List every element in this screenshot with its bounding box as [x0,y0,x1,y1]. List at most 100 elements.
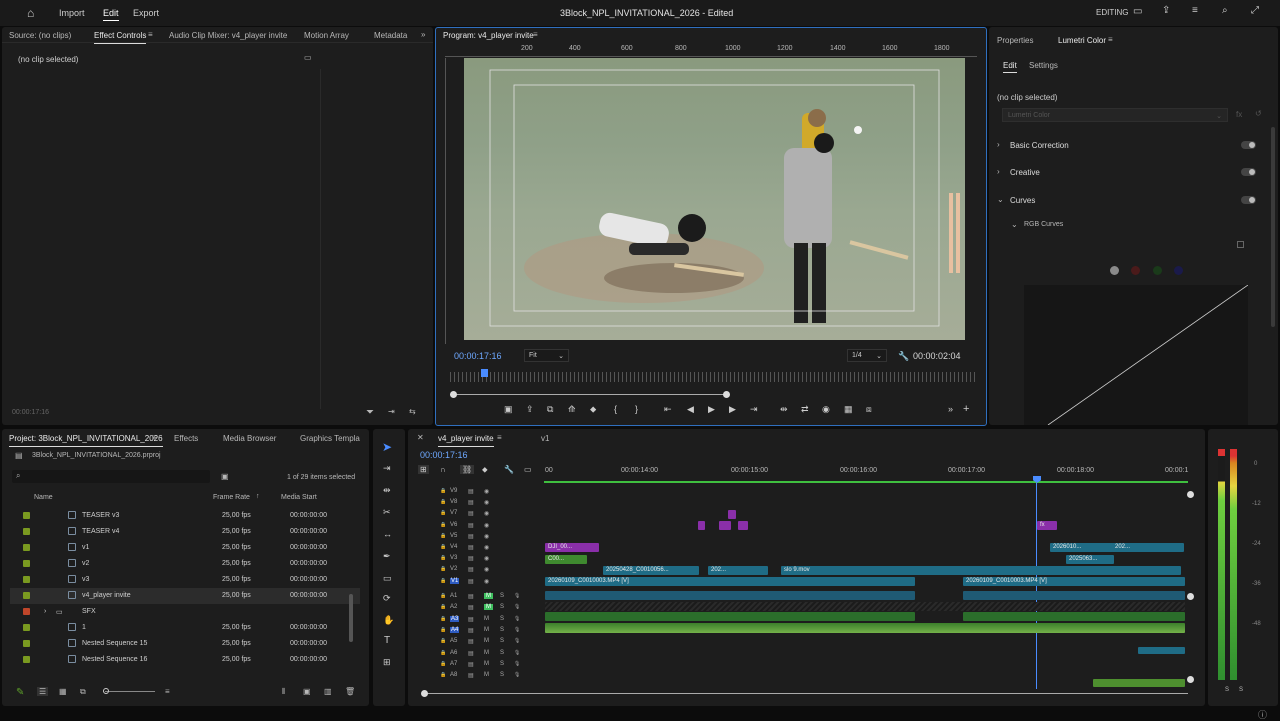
mute-icon[interactable]: M [484,627,489,633]
curve-graph[interactable] [1024,285,1248,425]
tab-edit[interactable]: Edit [1003,61,1017,73]
sync-lock-icon[interactable]: ▤ [468,533,474,540]
col-media-start[interactable]: Media Start [281,494,317,501]
pen-icon[interactable]: ✒ [383,551,391,562]
search-input[interactable]: ⌕ [12,470,210,483]
project-item[interactable]: v4_player invite 25,00 fps 00:00:00:00 [10,588,360,604]
label-color-swatch[interactable] [23,544,30,551]
tab-settings[interactable]: Settings [1029,61,1058,70]
sync-lock-icon[interactable]: ▤ [468,488,474,495]
purple-clip[interactable]: fx [1037,521,1057,530]
lock-icon[interactable]: 🔒 [440,627,446,633]
sort-asc-icon[interactable]: ↑ [256,493,260,500]
solo-icon[interactable]: S [500,672,504,678]
snap-icon[interactable]: ∩ [440,465,446,474]
eye-icon[interactable]: ◉ [484,522,489,529]
home-icon[interactable]: ⌂ [27,6,34,20]
chevron-right-icon[interactable]: › [997,167,1000,176]
label-color-swatch[interactable] [23,608,30,615]
lock-icon[interactable]: 🔒 [440,593,446,599]
sync-lock-icon[interactable]: ▤ [468,566,474,573]
label-color-swatch[interactable] [23,528,30,535]
section-creative[interactable]: Creative [1010,168,1040,177]
label-color-swatch[interactable] [23,592,30,599]
sync-lock-icon[interactable]: ▤ [468,555,474,562]
scrollbar-handle-right[interactable] [723,391,730,398]
label-color-swatch[interactable] [23,624,30,631]
track-header-v4[interactable]: 🔒 V4 ▤ ◉ [422,542,550,553]
track-select-icon[interactable]: ⇥ [383,463,391,474]
marker-icon[interactable]: ⬥ [590,404,596,415]
chevron-right-icon[interactable]: › [44,608,46,615]
project-item[interactable]: v2 25,00 fps 00:00:00:00 [10,556,360,572]
sync-lock-icon[interactable]: ▤ [468,544,474,551]
menu-icon[interactable]: ≡ [1192,5,1198,16]
solo-left-button[interactable]: S [1225,687,1229,693]
track-header-a2[interactable]: 🔒 A2 ▤ M S 🎙 [422,602,550,613]
mute-icon[interactable]: M [484,650,489,656]
clip-v4-2026010[interactable]: 2026010... [1050,543,1120,552]
export-frame-icon[interactable]: ⇪ [526,404,534,415]
lock-icon[interactable]: 🔒 [440,566,446,572]
green-channel-button[interactable] [1153,266,1162,275]
solo-icon[interactable]: S [500,638,504,644]
label-color-swatch[interactable] [23,656,30,663]
track-header-v1[interactable]: 🔒 V1 ▤ ◉ [422,576,550,587]
clip-v3-c00[interactable]: C00... [545,555,587,564]
sync-lock-icon[interactable]: ▤ [468,661,474,668]
track-header-v5[interactable]: 🔒 V5 ▤ ◉ [422,531,550,542]
col-frame-rate[interactable]: Frame Rate [213,494,250,501]
filter-icon[interactable]: ⏷ [366,407,374,418]
search-icon[interactable]: ⌕ [1222,5,1228,16]
reset-icon[interactable]: ↺ [1255,109,1262,118]
automate-icon[interactable]: ⫴ [282,687,285,697]
track-header-a3[interactable]: 🔒 A3 ▤ M S 🎙 [422,614,550,625]
workspace-label[interactable]: EDITING [1096,8,1128,17]
lock-icon[interactable]: 🔒 [440,555,446,561]
menu-edit[interactable]: Edit [103,8,119,21]
track-header-a4[interactable]: 🔒 A4 ▤ M S 🎙 [422,625,550,636]
audio-clip-a3[interactable] [963,612,1185,621]
track-header-v7[interactable]: 🔒 V7 ▤ ◉ [422,508,550,519]
vscroll-handle-bottom[interactable] [1187,676,1194,683]
mute-icon[interactable]: M [484,638,489,644]
track-header-v8[interactable]: 🔒 V8 ▤ ◉ [422,497,550,508]
tab-project[interactable]: Project: 3Block_NPL_INVITATIONAL_2026 [9,434,163,447]
slider-handle[interactable] [103,688,109,694]
video-frame[interactable] [464,58,965,340]
play-icon[interactable]: ▶ [708,404,715,415]
label-color-swatch[interactable] [23,576,30,583]
effect-dropdown[interactable]: Lumetri Color ⌄ [1002,108,1228,122]
menu-export[interactable]: Export [133,8,159,18]
solo-icon[interactable]: S [500,627,504,633]
sort-icon[interactable]: ≡ [165,687,170,696]
solo-icon[interactable]: S [500,661,504,667]
resolution-dropdown[interactable]: 1/4 ⌄ [847,349,887,362]
add-marker-icon[interactable]: ⬥ [482,465,488,475]
panel-menu-icon[interactable]: ≡ [497,433,502,442]
ripple-edit-icon[interactable]: ⇹ [383,485,391,496]
captions-icon[interactable]: ⊞ [383,657,391,668]
eye-icon[interactable]: ◉ [484,566,489,573]
creative-toggle[interactable] [1241,168,1256,176]
mute-icon[interactable]: M [484,672,489,678]
project-item[interactable]: 1 25,00 fps 00:00:00:00 [10,620,360,636]
purple-clip[interactable] [719,521,731,530]
eye-icon[interactable]: ◉ [484,510,489,517]
chevron-down-icon[interactable]: ⌄ [1011,220,1018,229]
tab-program[interactable]: Program: v4_player invite [443,31,534,40]
delete-icon[interactable]: 🗑 [345,687,355,696]
label-color-swatch[interactable] [23,560,30,567]
close-icon[interactable]: ✕ [417,433,424,442]
safe-margins-icon[interactable]: ▣ [504,404,513,415]
clip-v1-b[interactable]: 20260109_C0010003.MP4 [V] [963,577,1185,586]
project-item[interactable]: v3 25,00 fps 00:00:00:00 [10,572,360,588]
eye-icon[interactable]: ◉ [484,578,489,585]
lock-icon[interactable]: 🔒 [440,499,446,505]
workspaces-icon[interactable]: ▭ [1133,6,1142,17]
purple-clip[interactable] [698,521,705,530]
eye-icon[interactable]: ◉ [484,555,489,562]
new-bin-from-search-icon[interactable]: ▣ [221,472,229,481]
project-item[interactable]: Nested Sequence 16 25,00 fps 00:00:00:00 [10,652,360,668]
track-header-a7[interactable]: 🔒 A7 ▤ M S 🎙 [422,659,550,670]
